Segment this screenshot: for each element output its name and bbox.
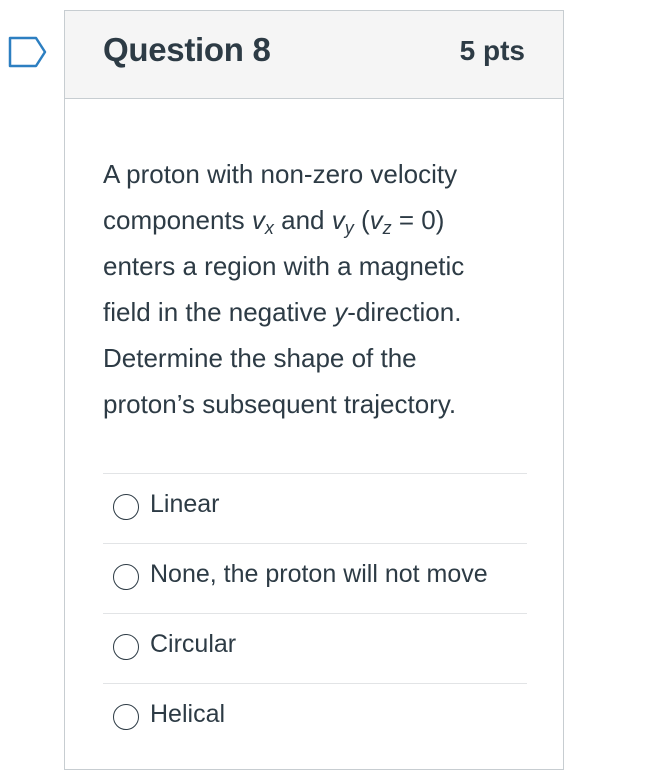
question-title: Question 8 bbox=[103, 31, 271, 68]
question-text-line: components vx and vy (vz = 0) bbox=[103, 197, 533, 243]
radio-button[interactable] bbox=[113, 634, 139, 660]
question-text-line: enters a region with a magnetic bbox=[103, 251, 465, 281]
variable-y: y bbox=[334, 297, 348, 327]
text-fragment: components bbox=[103, 205, 252, 235]
variable-vz: v bbox=[369, 205, 383, 235]
answer-option-circular[interactable]: Circular bbox=[103, 613, 527, 683]
answer-option-none[interactable]: None, the proton will not move bbox=[103, 543, 527, 613]
answer-label[interactable]: Linear bbox=[150, 490, 220, 519]
answer-option-helical[interactable]: Helical bbox=[103, 683, 527, 753]
text-fragment: ( bbox=[353, 205, 370, 235]
question-header: Question 8 5 pts bbox=[65, 11, 563, 99]
question-text-line: field in the negative y-direction. bbox=[103, 289, 533, 335]
text-fragment: -direction. bbox=[347, 297, 462, 327]
question-card: Question 8 5 pts A proton with non-zero … bbox=[64, 10, 564, 770]
answer-option-linear[interactable]: Linear bbox=[103, 473, 527, 543]
text-fragment: field in the negative bbox=[103, 297, 335, 327]
bookmark-flag-icon[interactable] bbox=[8, 36, 48, 68]
radio-button[interactable] bbox=[113, 494, 139, 520]
question-points: 5 pts bbox=[459, 35, 525, 66]
radio-button[interactable] bbox=[113, 564, 139, 590]
variable-vy: v bbox=[331, 205, 345, 235]
answer-label[interactable]: Circular bbox=[150, 630, 236, 659]
text-fragment: = 0) bbox=[391, 205, 445, 235]
subscript-x: x bbox=[264, 218, 274, 238]
subscript-y: y bbox=[344, 218, 354, 238]
answer-list: Linear None, the proton will not move Ci… bbox=[103, 473, 527, 753]
radio-button[interactable] bbox=[113, 704, 139, 730]
question-text-line: Determine the shape of the bbox=[103, 343, 417, 373]
text-fragment: and bbox=[281, 205, 332, 235]
answer-label[interactable]: None, the proton will not move bbox=[150, 560, 488, 589]
variable-vx: v bbox=[251, 205, 265, 235]
answer-label[interactable]: Helical bbox=[150, 700, 225, 729]
question-text: A proton with non-zero velocity componen… bbox=[103, 151, 533, 427]
subscript-z: z bbox=[382, 218, 392, 238]
question-text-line: A proton with non-zero velocity bbox=[103, 159, 458, 189]
question-text-line: proton’s subsequent trajectory. bbox=[103, 389, 457, 419]
